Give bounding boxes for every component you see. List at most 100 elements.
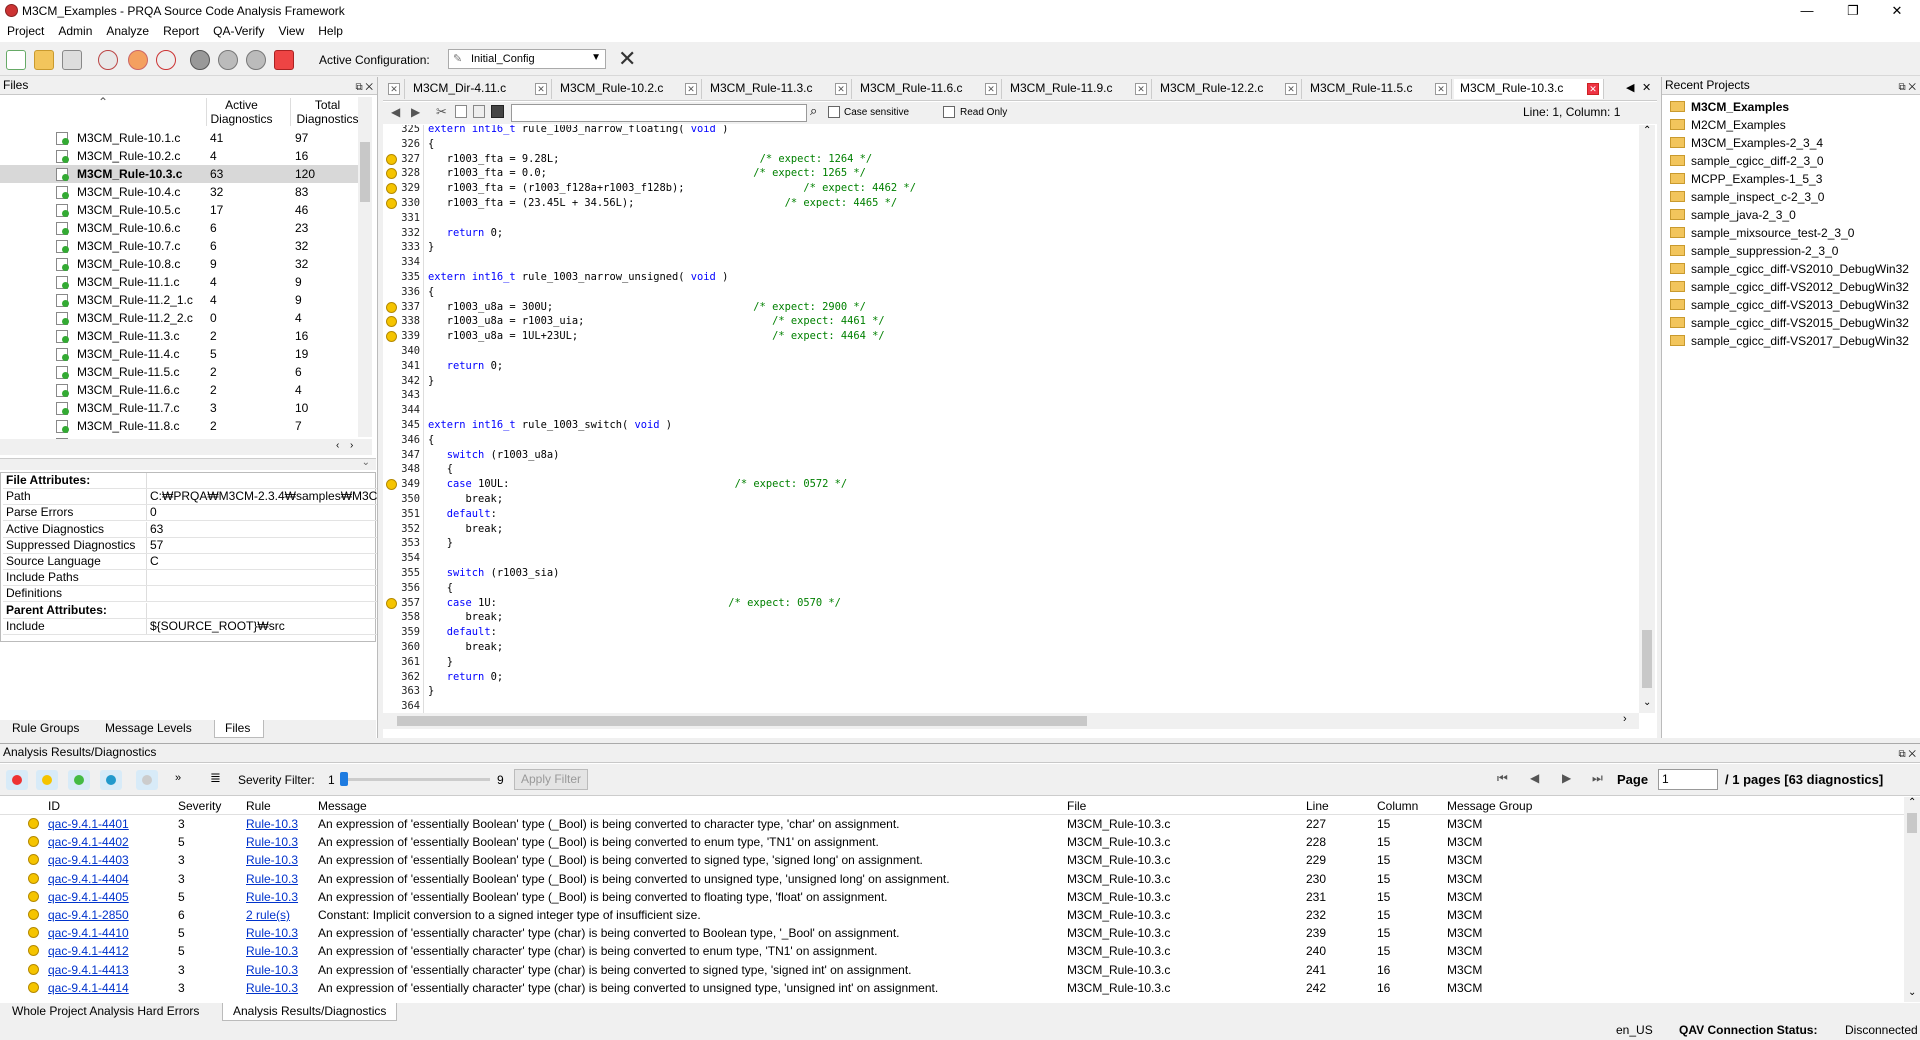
menu-qa-verify[interactable]: QA-Verify [206,22,271,40]
settings-icon[interactable] [190,50,210,70]
filter-warning-icon[interactable] [36,770,58,790]
list-icon[interactable]: ≣ [210,770,221,786]
file-row[interactable]: M3CM_Rule-11.8.c 2 7 [0,417,360,435]
active-config-select[interactable]: ✎ Initial_Config ▼ [448,49,606,69]
result-id[interactable]: qac-9.4.1-4402 [48,833,129,851]
tab-close-icon[interactable]: ✕ [1642,81,1651,94]
result-row[interactable]: qac-9.4.1-2850 6 2 rule(s) Constant: Implic… [0,906,1900,924]
close-icon[interactable]: ✕ [685,83,697,95]
result-row[interactable]: qac-9.4.1-4405 5 Rule-10.3 An expression of… [0,888,1900,906]
tab-rule-groups[interactable]: Rule Groups [2,720,89,738]
result-rule[interactable]: Rule-10.3 [246,833,298,851]
file-row[interactable]: M3CM_Rule-11.4.c 5 19 [0,345,360,363]
panel-pin-close-icons[interactable]: ⧉ ✕ [1898,79,1916,96]
check-icon[interactable] [156,50,176,70]
scroll-down-icon[interactable]: ⌄ [1643,697,1651,708]
scroll-left-icon[interactable]: ‹ [336,440,339,451]
close-icon[interactable]: ✕ [1135,83,1147,95]
tab-hard-errors[interactable]: Whole Project Analysis Hard Errors [2,1003,209,1021]
result-row[interactable]: qac-9.4.1-4402 5 Rule-10.3 An expression of… [0,833,1900,851]
new-project-icon[interactable] [6,50,26,70]
collapse-icon[interactable]: ⌄ [362,457,370,468]
severity-slider[interactable] [340,772,490,788]
file-row[interactable]: M3CM_Rule-10.8.c 9 32 [0,255,360,273]
recent-project-item[interactable]: sample_cgicc_diff-VS2013_DebugWin32 [1670,296,1909,314]
column-header[interactable]: Column [1377,799,1418,813]
panel-pin-close-icons[interactable]: ⧉ ✕ [1898,746,1916,763]
tab-files[interactable]: Files [214,720,264,738]
file-row[interactable]: M3CM_Rule-11.6.c 2 4 [0,381,360,399]
page-input[interactable]: 1 [1658,769,1718,790]
column-header[interactable]: Line [1306,799,1329,813]
forward-icon[interactable]: ▶ [411,105,420,119]
editor-tab[interactable]: M3CM_Rule-11.6.c ✕ [854,79,1002,99]
maximize-button[interactable]: ❐ [1830,0,1876,22]
result-rule[interactable]: Rule-10.3 [246,979,298,997]
file-row[interactable]: M3CM_Rule-11.7.c 3 10 [0,399,360,417]
menu-view[interactable]: View [271,22,311,40]
close-icon[interactable]: ✕ [1435,83,1447,95]
slider-thumb[interactable] [340,772,348,786]
result-row[interactable]: qac-9.4.1-4410 5 Rule-10.3 An expression of… [0,924,1900,942]
result-rule[interactable]: Rule-10.3 [246,815,298,833]
plugin-icon[interactable] [274,50,294,70]
file-row[interactable]: M3CM_Rule-10.2.c 4 16 [0,147,360,165]
result-id[interactable]: qac-9.4.1-4410 [48,924,129,942]
close-icon[interactable]: ✕ [835,83,847,95]
result-rule[interactable]: Rule-10.3 [246,851,298,869]
save-file-icon[interactable] [491,105,504,118]
results-vscrollbar[interactable]: ⌃ ⌄ [1904,797,1920,1002]
result-rule[interactable]: Rule-10.3 [246,870,298,888]
open-folder-icon[interactable] [34,50,54,70]
editor-tab[interactable]: M3CM_Rule-10.2.c ✕ [554,79,702,99]
files-hscrollbar[interactable]: ‹ › [0,439,372,455]
menu-project[interactable]: Project [0,22,51,40]
close-icon[interactable]: ✕ [1285,83,1297,95]
file-row[interactable]: M3CM_Rule-11.2_2.c 0 4 [0,309,360,327]
editor-tab[interactable]: M3CM_Dir-4.11.c ✕ [407,79,552,99]
verify-icon[interactable] [218,50,238,70]
result-rule[interactable]: Rule-10.3 [246,924,298,942]
column-header[interactable]: File [1067,799,1086,813]
results-vscroll-thumb[interactable] [1907,813,1917,833]
file-row[interactable]: M3CM_Rule-11.3.c 2 16 [0,327,360,345]
hscroll-right-icon[interactable]: › [1623,713,1627,725]
result-id[interactable]: qac-9.4.1-4404 [48,870,129,888]
splitter[interactable]: ⌄ [0,457,376,470]
file-row[interactable]: M3CM_Rule-10.4.c 32 83 [0,183,360,201]
file-row[interactable]: M3CM_Rule-10.5.c 17 46 [0,201,360,219]
result-rule[interactable]: Rule-10.3 [246,961,298,979]
editor-hscrollbar[interactable]: › [383,713,1639,729]
last-page-icon[interactable]: ⏭ [1592,771,1603,786]
result-id[interactable]: qac-9.4.1-4413 [48,961,129,979]
editor-tab[interactable]: M3CM_Rule-11.3.c ✕ [704,79,852,99]
result-row[interactable]: qac-9.4.1-4403 3 Rule-10.3 An expression of… [0,851,1900,869]
search-input[interactable] [511,104,807,122]
next-page-icon[interactable]: ▶ [1562,771,1571,785]
filter-error-icon[interactable] [6,770,28,790]
editor-vscrollbar[interactable]: ⌃ ⌄ [1639,125,1655,713]
menu-help[interactable]: Help [311,22,350,40]
copy-icon[interactable] [455,105,467,118]
col-active-diagnostics[interactable]: Active Diagnostics [206,98,276,126]
close-icon[interactable]: ✕ [388,83,400,95]
file-row[interactable]: M3CM_Rule-11.2_1.c 4 9 [0,291,360,309]
filter-suppressed-icon[interactable] [136,770,158,790]
close-window-button[interactable]: ✕ [1874,0,1920,22]
result-row[interactable]: qac-9.4.1-4412 5 Rule-10.3 An expression of… [0,942,1900,960]
tab-analysis-results[interactable]: Analysis Results/Diagnostics [222,1003,398,1021]
result-rule[interactable]: 2 rule(s) [246,906,290,924]
recent-project-item[interactable]: M2CM_Examples [1670,116,1786,134]
prev-page-icon[interactable]: ◀ [1530,771,1539,785]
recent-project-item[interactable]: sample_java-2_3_0 [1670,206,1796,224]
column-header[interactable]: ID [48,799,60,813]
case-sensitive-checkbox[interactable] [828,106,840,118]
read-only-checkbox[interactable] [943,106,955,118]
result-id[interactable]: qac-9.4.1-2850 [48,906,129,924]
recent-project-item[interactable]: sample_suppression-2_3_0 [1670,242,1838,260]
result-id[interactable]: qac-9.4.1-4401 [48,815,129,833]
result-row[interactable]: qac-9.4.1-4404 3 Rule-10.3 An expression of… [0,870,1900,888]
save-icon[interactable] [62,50,82,70]
editor-tab[interactable]: M3CM_Rule-11.5.c ✕ [1304,79,1452,99]
scroll-up-icon[interactable]: ⌃ [1643,125,1651,136]
